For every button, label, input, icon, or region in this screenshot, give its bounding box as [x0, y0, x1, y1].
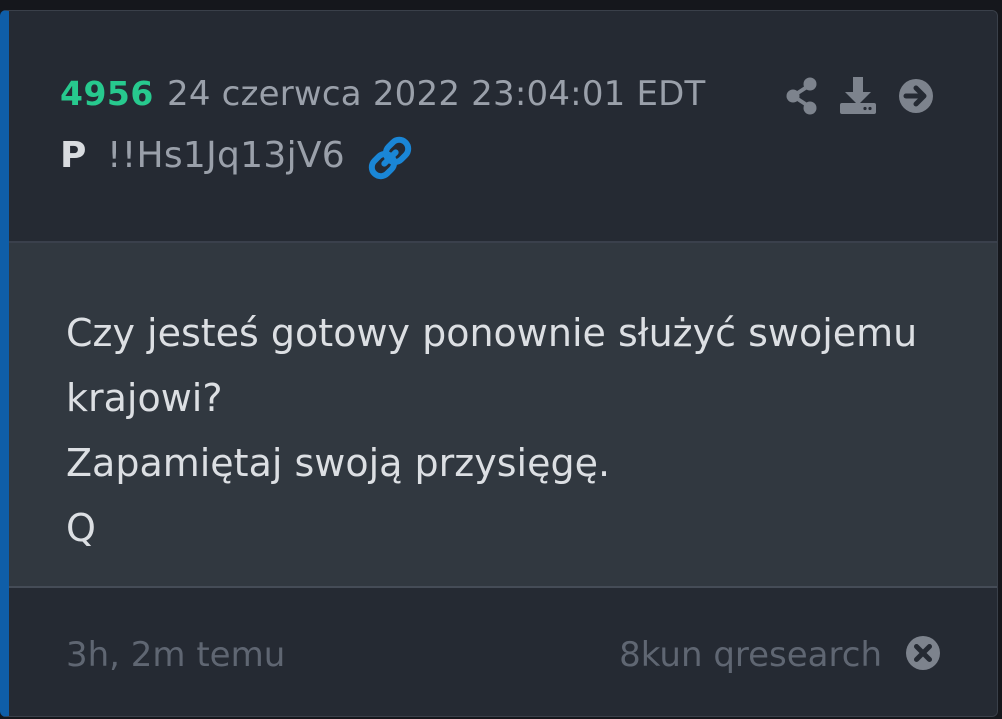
post-date: 24 czerwca 2022 23:04:01 EDT	[167, 74, 706, 114]
post-card: 4956 24 czerwca 2022 23:04:01 EDT P !!Hs…	[0, 10, 998, 717]
post-header: 4956 24 czerwca 2022 23:04:01 EDT P !!Hs…	[9, 11, 997, 243]
tripcode: !!Hs1Jq13jV6	[107, 135, 346, 176]
post-number[interactable]: 4956	[60, 74, 154, 113]
message-signature: Q	[66, 506, 96, 550]
download-icon[interactable]	[837, 75, 879, 117]
post-footer: 3h, 2m temu 8kun qresearch	[9, 588, 997, 716]
close-circle-icon[interactable]	[905, 635, 941, 671]
link-icon[interactable]	[365, 135, 415, 181]
elapsed-time: 3h, 2m temu	[66, 635, 286, 675]
author-name: P	[60, 135, 87, 176]
source-board: 8kun qresearch	[619, 635, 882, 675]
message-line: Czy jesteś gotowy ponownie służyć swojem…	[66, 311, 918, 355]
share-icon[interactable]	[781, 75, 823, 117]
post-body: Czy jesteś gotowy ponownie służyć swojem…	[9, 243, 997, 588]
message-line: krajowi?	[66, 376, 223, 420]
arrow-right-circle-icon[interactable]	[895, 75, 937, 117]
post-message: Czy jesteś gotowy ponownie służyć swojem…	[66, 301, 966, 561]
message-line: Zapamiętaj swoją przysięgę.	[66, 441, 611, 485]
